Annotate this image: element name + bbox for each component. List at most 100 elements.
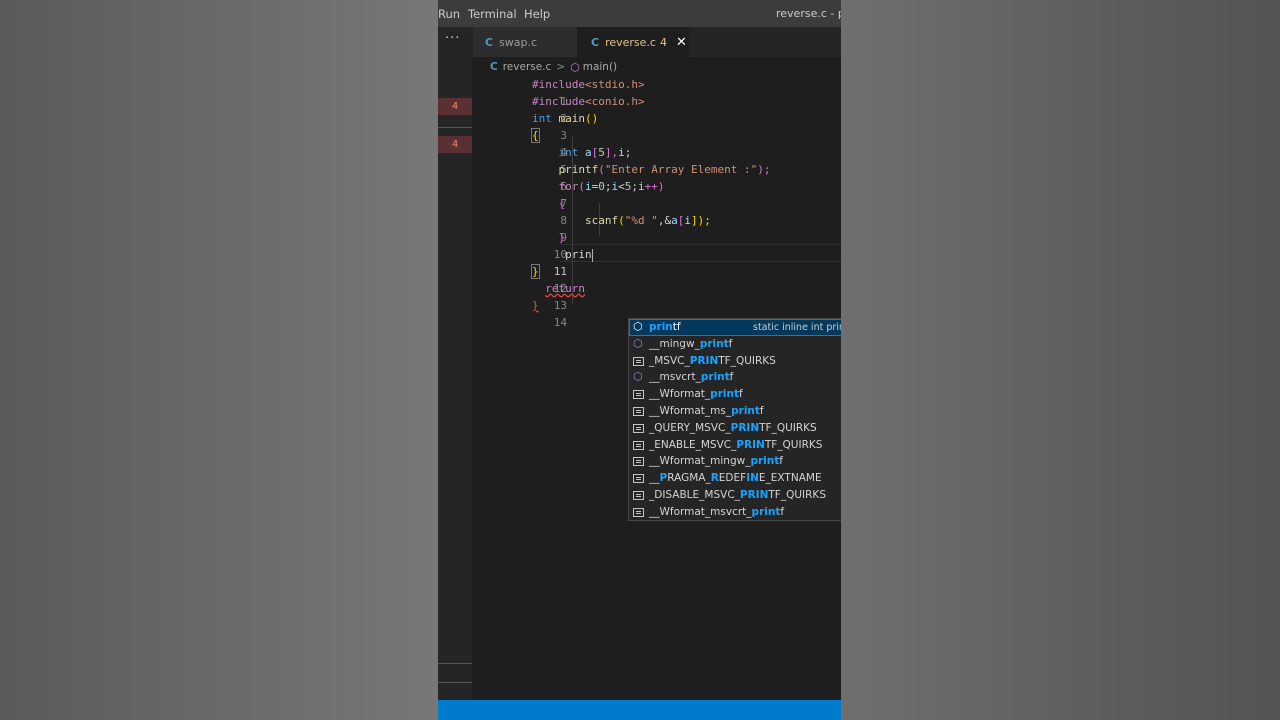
suggestion-item[interactable]: ⬡ printf static inline int prin xyxy=(629,319,841,336)
suggestion-label: _ENABLE_MSVC_PRINTF_QUIRKS xyxy=(649,437,822,454)
suggestion-item[interactable]: ⬡ __mingw_printf xyxy=(629,336,841,353)
code-token: 0 xyxy=(598,180,605,193)
code-token: i xyxy=(618,146,625,159)
label-text: E_EXTNAME xyxy=(758,472,822,485)
sidebar-strip: 4 4 xyxy=(438,57,472,700)
text-icon xyxy=(633,390,644,400)
suggestion-item[interactable]: __Wformat_msvcrt_printf xyxy=(629,504,841,520)
code-token: return xyxy=(545,282,585,295)
code-token: ]); xyxy=(690,214,711,227)
problem-badge[interactable]: 4 xyxy=(438,98,472,115)
suggestion-item[interactable]: ⬡ __msvcrt_printf xyxy=(629,369,841,386)
code-token: ], xyxy=(604,146,619,159)
divider xyxy=(438,663,472,664)
problem-badge[interactable]: 4 xyxy=(438,136,472,153)
match-highlight: IN xyxy=(746,472,759,485)
code-token: i xyxy=(684,214,691,227)
code-token: main xyxy=(558,112,586,125)
tab-bar: ··· C swap.c C reverse.c 4 ✕ xyxy=(438,27,841,57)
code-line: 3 int main() xyxy=(473,110,598,142)
code-line: 4 { xyxy=(473,127,567,159)
label-text: __ xyxy=(649,472,660,485)
code-editor[interactable]: 1 #include<stdio.h> 2 #include<conio.h> … xyxy=(473,57,841,700)
suggestion-label: _MSVC_PRINTF_QUIRKS xyxy=(649,353,776,370)
label-text: _QUERY_MSVC_ xyxy=(649,421,731,434)
match-highlight: print xyxy=(700,371,730,384)
c-file-icon: C xyxy=(485,35,494,49)
code-token: a xyxy=(585,146,592,159)
label-text: _ENABLE_MSVC_ xyxy=(649,438,737,451)
suggestion-label: __PRAGMA_REDEFINE_EXTNAME xyxy=(649,470,822,487)
text-icon xyxy=(633,440,644,450)
problem-count-badge: 4 xyxy=(659,35,667,49)
text-icon xyxy=(633,507,644,517)
code-token: } xyxy=(531,264,540,279)
label-text: f xyxy=(729,371,734,384)
code-token: () xyxy=(585,112,599,125)
tab-label: reverse.c xyxy=(605,35,656,49)
code-token: int xyxy=(532,112,552,125)
suggestion-label: printf xyxy=(649,319,681,336)
code-line: 14 } xyxy=(473,297,567,329)
label-text: tf xyxy=(672,321,681,333)
match-highlight: PRIN xyxy=(739,489,769,501)
label-text: TF_QUIRKS xyxy=(718,354,776,367)
code-token: ); xyxy=(757,163,771,176)
suggestion-item[interactable]: __Wformat_ms_printf xyxy=(629,403,841,420)
suggestion-label: __msvcrt_printf xyxy=(649,369,733,386)
suggestion-item[interactable]: _DISABLE_MSVC_PRINTF_QUIRKS xyxy=(629,487,841,504)
suggestion-item[interactable]: __Wformat_mingw_printf xyxy=(629,453,841,470)
vscode-window: Run Terminal Help reverse.c - poi ··· C … xyxy=(438,0,841,720)
suggestion-item[interactable]: __Wformat_printf xyxy=(629,386,841,403)
tab-label: swap.c xyxy=(499,35,538,49)
suggestion-detail: static inline int prin xyxy=(753,322,841,333)
tab-reverse-c[interactable]: C reverse.c 4 ✕ xyxy=(577,27,689,57)
c-file-icon: C xyxy=(591,35,600,49)
label-text: __Wformat_msvcrt_ xyxy=(649,505,752,518)
code-token: prin xyxy=(565,248,592,261)
code-line: 1 #include<stdio.h> xyxy=(473,76,645,108)
label-text: __Wformat_mingw_ xyxy=(649,455,751,468)
suggestion-item[interactable]: _MSVC_PRINTF_QUIRKS xyxy=(629,353,841,370)
label-text: _MSVC_ xyxy=(649,354,690,367)
text-cursor xyxy=(591,248,593,262)
code-token: } xyxy=(532,299,539,312)
suggestion-item[interactable]: __PRAGMA_REDEFINE_EXTNAME xyxy=(629,470,841,487)
suggestion-label: _QUERY_MSVC_PRINTF_QUIRKS xyxy=(649,420,817,437)
code-token: "%d " xyxy=(624,214,658,227)
code-token: "Enter Array Element :" xyxy=(604,163,758,176)
menu-help[interactable]: Help xyxy=(524,7,550,21)
current-line-highlight xyxy=(560,244,841,262)
code-token: ( xyxy=(598,163,605,176)
tab-swap-c[interactable]: C swap.c xyxy=(473,27,577,57)
label-text: f xyxy=(779,455,783,468)
code-line: 7 for(i=0;i<5;i++) xyxy=(473,178,665,210)
label-text: TF_QUIRKS xyxy=(759,421,817,434)
more-actions-icon[interactable]: ··· xyxy=(445,31,460,46)
suggestion-item[interactable]: _ENABLE_MSVC_PRINTF_QUIRKS xyxy=(629,437,841,454)
match-highlight: print xyxy=(751,505,781,518)
text-icon xyxy=(633,356,644,366)
menu-run[interactable]: Run xyxy=(438,7,460,21)
divider xyxy=(438,682,472,683)
match-highlight: R xyxy=(710,472,719,485)
status-bar xyxy=(438,700,841,720)
code-token: ; xyxy=(631,180,638,193)
code-token: ; xyxy=(624,146,632,159)
function-icon: ⬡ xyxy=(633,320,643,333)
text-icon xyxy=(633,423,644,433)
code-line: 9 scanf("%d ",&a[i]); xyxy=(473,212,711,244)
label-text: f xyxy=(780,505,785,518)
function-icon: ⬡ xyxy=(633,370,643,384)
code-token: ,& xyxy=(657,214,672,227)
menu-terminal[interactable]: Terminal xyxy=(468,7,517,21)
suggestion-item[interactable]: _QUERY_MSVC_PRINTF_QUIRKS xyxy=(629,420,841,437)
code-token: #include xyxy=(532,78,585,91)
code-token: int xyxy=(558,146,579,159)
label-text: f xyxy=(728,337,733,350)
close-icon[interactable]: ✕ xyxy=(676,35,687,50)
label-text: TF_QUIRKS xyxy=(768,489,826,501)
sidebar-header: ··· xyxy=(438,27,473,57)
code-token: } xyxy=(558,231,566,244)
code-token: a xyxy=(671,214,678,227)
